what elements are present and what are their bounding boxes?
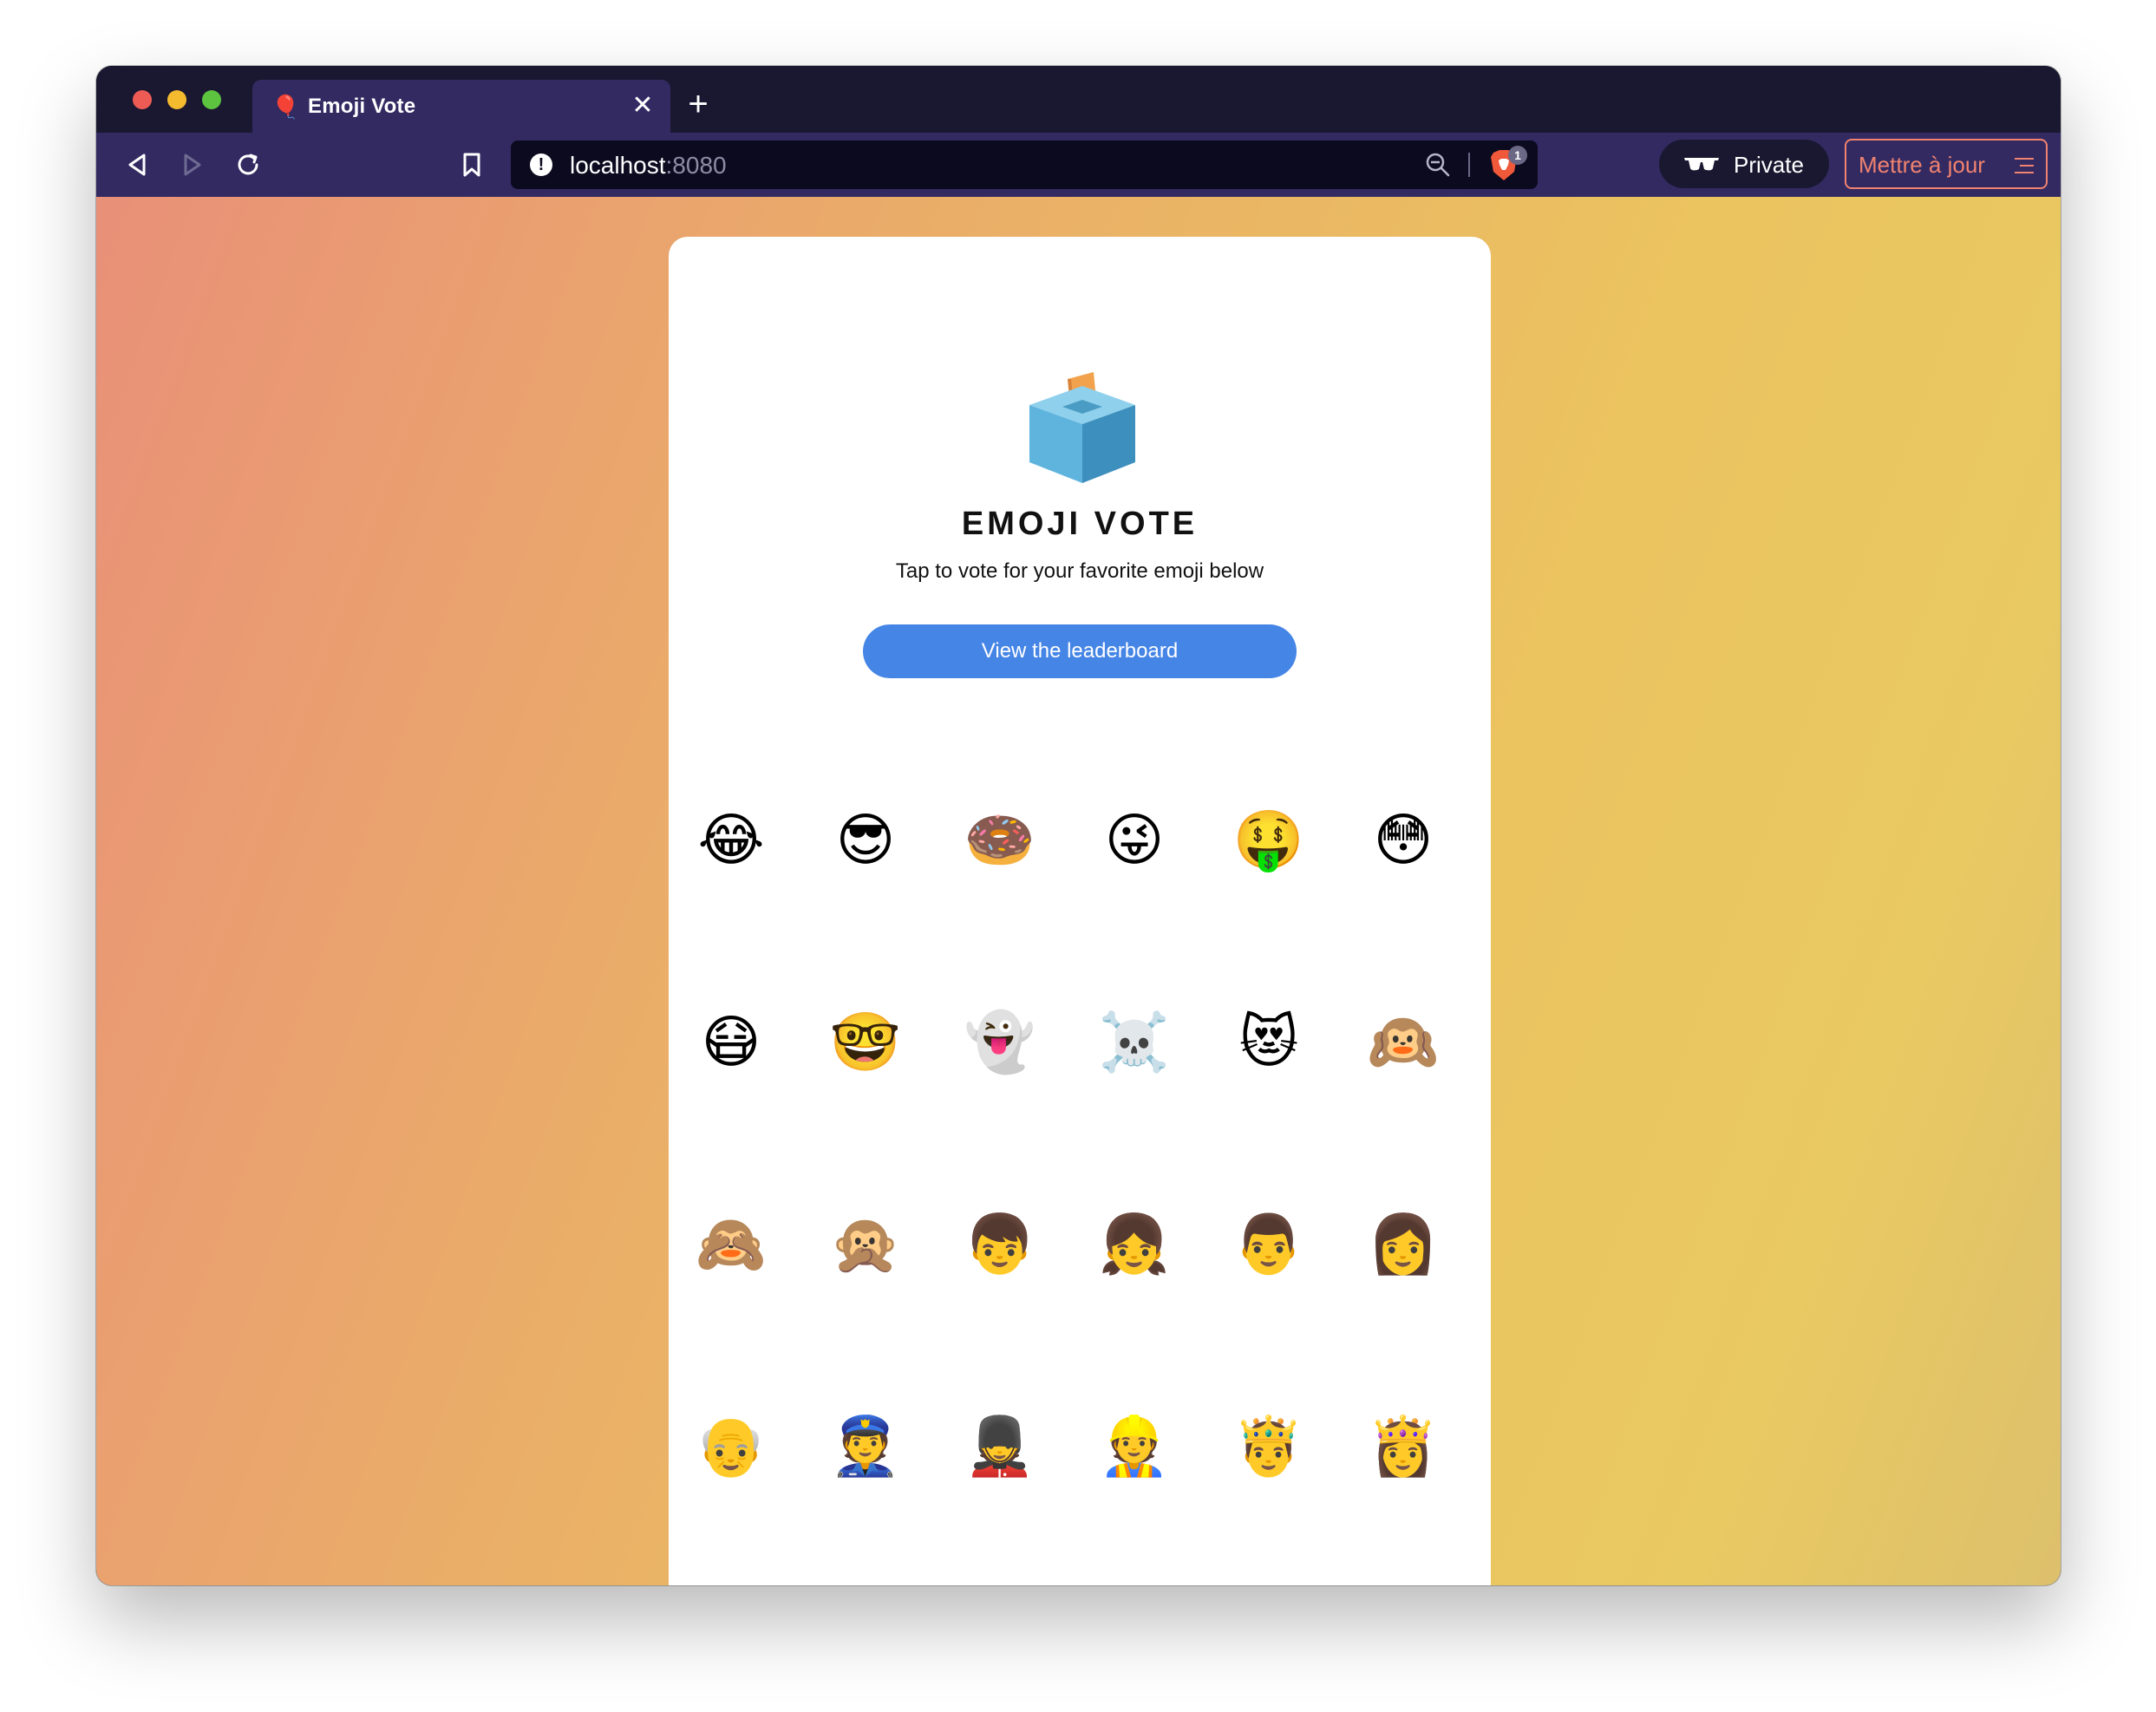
emoji-vote-button[interactable]: 👻 (952, 994, 1048, 1089)
bookmark-button[interactable] (454, 147, 490, 183)
reload-icon (238, 154, 258, 175)
forward-button[interactable] (174, 147, 211, 183)
tab-emoji-vote[interactable]: 🎈 Emoji Vote ✕ (252, 80, 670, 133)
page-subtitle: Tap to vote for your favorite emoji belo… (895, 559, 1264, 583)
emoji-vote-button[interactable]: 😳 (1356, 792, 1451, 887)
vote-card: EMOJI VOTE Tap to vote for your favorite… (669, 237, 1491, 1585)
emoji-vote-button[interactable]: 👴 (683, 1398, 779, 1493)
emoji-vote-button[interactable]: 😷 (683, 994, 779, 1089)
emoji-vote-button[interactable]: 👩 (1356, 1196, 1451, 1291)
emoji-vote-button[interactable]: 👦 (952, 1196, 1048, 1291)
emoji-vote-button[interactable]: 😂 (683, 792, 779, 887)
emoji-vote-button[interactable]: 🙉 (1356, 994, 1451, 1089)
tab-title: Emoji Vote (308, 95, 416, 118)
emoji-vote-button[interactable]: 🤑 (1221, 792, 1316, 887)
menu-icon (2015, 154, 2034, 175)
zoom-out-icon[interactable] (1425, 152, 1451, 178)
emoji-vote-button[interactable]: 👨 (1221, 1196, 1316, 1291)
emoji-vote-button[interactable]: 👮 (818, 1398, 913, 1493)
update-label: Mettre à jour (1859, 152, 1985, 178)
address-bar[interactable]: ! localhost:8080 1 (511, 140, 1538, 189)
emoji-vote-button[interactable]: 🤓 (818, 994, 913, 1089)
private-label: Private (1734, 152, 1804, 178)
shield-count-badge: 1 (1508, 146, 1527, 165)
bookmark-icon (463, 153, 480, 177)
balloon-icon: 🎈 (271, 94, 300, 120)
url-text[interactable]: localhost:8080 (570, 152, 727, 180)
forward-arrow-icon (184, 154, 201, 176)
minimize-window-button[interactable] (167, 90, 186, 109)
back-button[interactable] (119, 147, 155, 183)
ballot-box-icon (1029, 372, 1135, 483)
emoji-vote-button[interactable]: 🍩 (952, 792, 1048, 887)
emoji-vote-button[interactable]: 😻 (1221, 994, 1316, 1089)
close-window-button[interactable] (133, 90, 152, 109)
browser-window: 🎈 Emoji Vote ✕ + ! localhost:8080 1 Priv… (96, 66, 2061, 1585)
close-tab-icon[interactable]: ✕ (627, 90, 658, 121)
url-divider (1468, 153, 1470, 177)
emoji-vote-button[interactable]: 👷 (1087, 1398, 1182, 1493)
site-info-icon[interactable]: ! (530, 154, 552, 176)
maximize-window-button[interactable] (202, 90, 221, 109)
emoji-vote-button[interactable]: 💂 (952, 1398, 1048, 1493)
page-title: EMOJI VOTE (961, 506, 1199, 542)
new-tab-button[interactable]: + (679, 85, 717, 123)
emoji-vote-button[interactable]: 😎 (818, 792, 913, 887)
emoji-vote-button[interactable]: 👧 (1087, 1196, 1182, 1291)
back-arrow-icon (128, 154, 146, 176)
emoji-vote-button[interactable]: 🙈 (683, 1196, 779, 1291)
reload-button[interactable] (230, 147, 266, 183)
tab-strip: 🎈 Emoji Vote ✕ + (96, 66, 2061, 133)
toolbar: ! localhost:8080 1 Private Mettre à jour (96, 133, 2061, 197)
emoji-vote-button[interactable]: 🤴 (1221, 1398, 1316, 1493)
emoji-vote-button[interactable]: 👸 (1356, 1398, 1451, 1493)
update-button[interactable]: Mettre à jour (1845, 139, 2048, 189)
private-window-indicator[interactable]: Private (1659, 140, 1829, 188)
page-viewport: EMOJI VOTE Tap to vote for your favorite… (96, 197, 2061, 1585)
view-leaderboard-button[interactable]: View the leaderboard (863, 624, 1297, 678)
url-host: localhost (570, 152, 666, 179)
emoji-vote-button[interactable]: 🙊 (818, 1196, 913, 1291)
sunglasses-icon (1684, 158, 1719, 171)
brave-shield-button[interactable]: 1 (1489, 146, 1527, 182)
emoji-vote-button[interactable]: ☠️ (1087, 994, 1182, 1089)
emoji-vote-button[interactable]: 😜 (1087, 792, 1182, 887)
url-port: :8080 (665, 152, 727, 179)
